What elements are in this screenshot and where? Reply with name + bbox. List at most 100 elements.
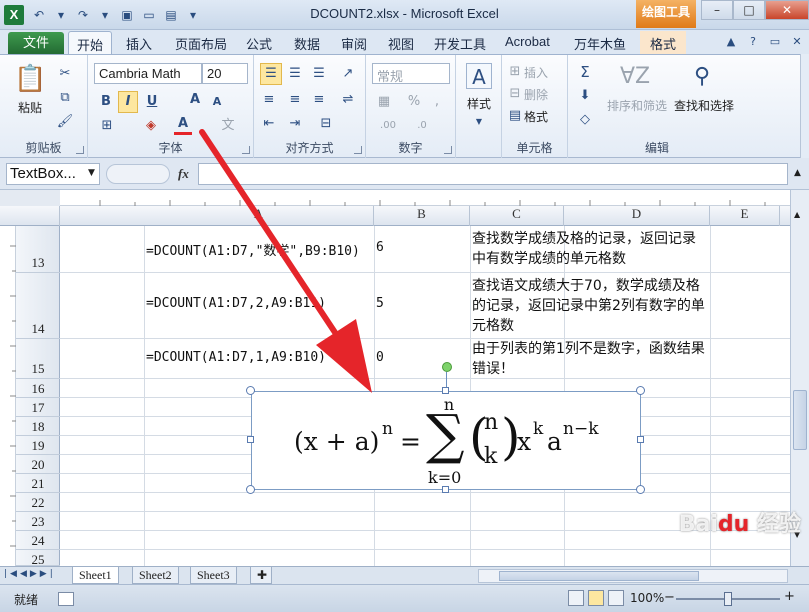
align-left-icon[interactable]: ≡ <box>260 91 278 109</box>
sheet-tab-3[interactable]: Sheet3 <box>190 567 237 584</box>
formula-bar-splitter[interactable] <box>106 164 170 184</box>
formula-input[interactable] <box>198 163 788 185</box>
tab-developer[interactable]: 开发工具 <box>434 34 486 53</box>
tab-acrobat[interactable]: Acrobat <box>505 34 550 49</box>
column-header-e[interactable]: E <box>710 206 780 226</box>
cell-a13[interactable]: =DCOUNT(A1:D7,"数学",B9:B10) <box>146 240 360 259</box>
zoom-slider-thumb[interactable] <box>724 592 732 606</box>
bold-button[interactable]: B <box>98 93 114 111</box>
format-painter-icon[interactable]: 🖌 <box>56 113 74 131</box>
grow-font-icon[interactable]: A <box>186 91 204 109</box>
dialog-launcher-icon[interactable] <box>76 146 84 154</box>
horizontal-scroll-thumb[interactable] <box>499 571 699 581</box>
format-cells-icon[interactable]: ▤ <box>506 107 524 125</box>
sheet-tab-1[interactable]: Sheet1 <box>72 567 119 584</box>
delete-cells-button[interactable]: 删除 <box>524 86 548 103</box>
zoom-out-icon[interactable]: − <box>664 590 675 605</box>
cell-b13[interactable]: 6 <box>376 240 384 255</box>
align-center-icon[interactable]: ≡ <box>286 91 304 109</box>
percent-icon[interactable]: % <box>406 93 422 111</box>
tab-view[interactable]: 视图 <box>388 34 414 53</box>
decrease-decimal-icon[interactable]: .0 <box>408 117 436 135</box>
font-name-select[interactable]: Cambria Math <box>94 63 202 84</box>
scroll-up-icon[interactable]: ▲ <box>794 210 800 219</box>
font-size-select[interactable]: 20 <box>202 63 248 84</box>
align-top-icon[interactable]: ☰ <box>260 63 282 85</box>
insert-sheet-icon[interactable]: ✚ <box>250 567 272 584</box>
page-layout-view-button[interactable] <box>588 590 604 606</box>
vertical-scroll-thumb[interactable] <box>793 390 807 450</box>
tab-formulas[interactable]: 公式 <box>246 34 272 53</box>
row-header[interactable]: 16 <box>16 379 60 398</box>
fill-icon[interactable]: ⬇ <box>576 87 594 105</box>
align-right-icon[interactable]: ≡ <box>310 91 328 109</box>
resize-handle-bottom[interactable] <box>442 486 449 493</box>
column-header-a[interactable]: A <box>144 206 374 226</box>
close-icon[interactable]: ✕ <box>765 0 809 20</box>
italic-button[interactable]: I <box>118 91 138 113</box>
dialog-launcher-icon[interactable] <box>444 146 452 154</box>
restore-window-icon[interactable]: ▭ <box>767 34 783 50</box>
minimize-icon[interactable]: – <box>701 0 733 20</box>
underline-button[interactable]: U <box>144 93 160 111</box>
row-header[interactable]: 15 <box>16 339 60 379</box>
row-header[interactable]: 13 <box>16 226 60 273</box>
tab-page-layout[interactable]: 页面布局 <box>175 34 227 53</box>
dialog-launcher-icon[interactable] <box>354 146 362 154</box>
sheet-tab-2[interactable]: Sheet2 <box>132 567 179 584</box>
chevron-down-icon[interactable]: ▼ <box>470 113 488 131</box>
align-bottom-icon[interactable]: ☰ <box>310 65 328 83</box>
sheet-nav-arrows-icon[interactable]: |◀◀▶▶| <box>4 569 56 579</box>
resize-handle-top-right[interactable] <box>636 386 645 395</box>
zoom-level[interactable]: 100% <box>630 591 664 605</box>
resize-handle-left[interactable] <box>247 436 254 443</box>
comma-style-icon[interactable]: , <box>428 93 446 111</box>
name-box[interactable]: TextBox... <box>6 163 100 185</box>
insert-cells-button[interactable]: 插入 <box>524 64 548 81</box>
cell-c15[interactable]: 由于列表的第1列不是数字，函数结果错误！ <box>472 339 708 379</box>
decrease-indent-icon[interactable]: ⇤ <box>260 115 278 133</box>
rotate-handle[interactable] <box>442 362 452 372</box>
clear-icon[interactable]: ◇ <box>576 111 594 129</box>
cell-b14[interactable]: 5 <box>376 296 384 311</box>
zoom-in-icon[interactable]: + <box>784 589 795 604</box>
number-format-select[interactable]: 常规 <box>372 63 450 84</box>
styles-icon[interactable]: A <box>466 63 492 89</box>
equation[interactable]: (x + a) n = n ∑ k=0 ( n k ) x k a n−k <box>252 392 642 491</box>
row-header[interactable]: 22 <box>16 493 60 512</box>
copy-icon[interactable]: ⧉ <box>56 89 74 107</box>
sort-filter-button[interactable]: 排序和筛选 <box>604 97 670 114</box>
macro-record-icon[interactable] <box>58 592 74 606</box>
resize-handle-bottom-right[interactable] <box>636 485 645 494</box>
autosum-icon[interactable]: Σ <box>576 63 594 81</box>
row-header[interactable]: 20 <box>16 455 60 474</box>
find-select-button[interactable]: 查找和选择 <box>670 97 738 114</box>
row-header[interactable]: 23 <box>16 512 60 531</box>
minimize-ribbon-icon[interactable]: ▲ <box>723 34 739 50</box>
chevron-down-icon[interactable]: ▼ <box>88 168 95 178</box>
resize-handle-right[interactable] <box>637 436 644 443</box>
help-icon[interactable]: ? <box>745 34 761 50</box>
cell-c13[interactable]: 查找数学成绩及格的记录，返回记录中有数学成绩的单元格数 <box>472 229 708 269</box>
merge-center-icon[interactable]: ⊟ <box>316 115 336 133</box>
insert-cells-icon[interactable]: ⊞ <box>506 63 524 81</box>
tab-home[interactable]: 开始 <box>68 31 113 55</box>
row-header[interactable]: 21 <box>16 474 60 493</box>
row-header[interactable]: 24 <box>16 531 60 550</box>
font-color-icon[interactable]: A <box>174 115 192 135</box>
horizontal-scrollbar[interactable] <box>478 569 788 583</box>
resize-handle-bottom-left[interactable] <box>246 485 255 494</box>
wrap-text-icon[interactable]: ⇌ <box>338 91 358 109</box>
column-header-d[interactable]: D <box>564 206 710 226</box>
cell-a15[interactable]: =DCOUNT(A1:D7,1,A9:B10) <box>146 350 326 365</box>
currency-icon[interactable]: ▦ <box>374 93 394 111</box>
increase-decimal-icon[interactable]: .00 <box>374 117 402 135</box>
sort-filter-icon[interactable]: ⱯZ <box>618 61 652 93</box>
row-header[interactable]: 25 <box>16 550 60 567</box>
tab-custom[interactable]: 万年木鱼 <box>574 34 626 53</box>
close-workbook-icon[interactable]: ✕ <box>789 34 805 50</box>
styles-button[interactable]: 样式 <box>456 95 502 112</box>
expand-formula-icon[interactable]: ▲ <box>794 168 801 178</box>
resize-handle-top-left[interactable] <box>246 386 255 395</box>
delete-cells-icon[interactable]: ⊟ <box>506 85 524 103</box>
